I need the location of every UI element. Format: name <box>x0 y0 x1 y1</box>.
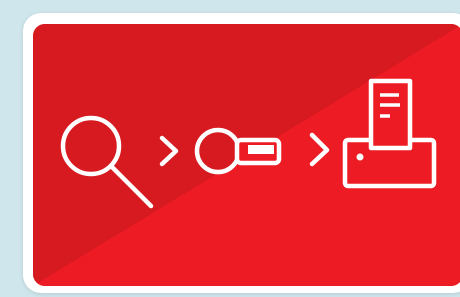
process-flow <box>60 78 437 209</box>
magnifier-icon <box>60 115 154 209</box>
printer-icon <box>342 78 437 189</box>
chevron-right-icon <box>309 132 330 167</box>
illustration-scene <box>0 0 460 297</box>
chevron-right-icon <box>159 135 179 167</box>
key-card-icon <box>194 127 282 175</box>
